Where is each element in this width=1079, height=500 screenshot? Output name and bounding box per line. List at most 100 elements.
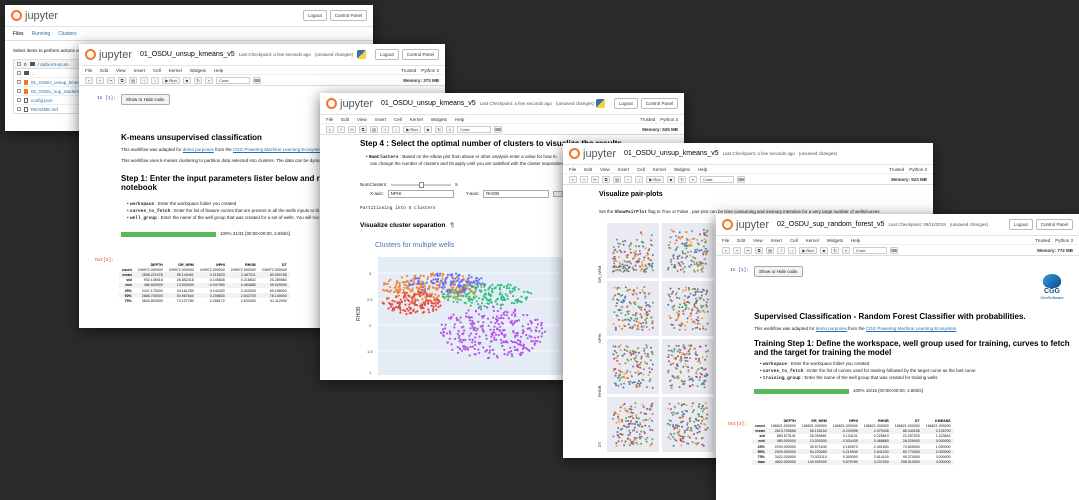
file-checkbox[interactable] [17, 80, 21, 84]
stop-icon[interactable]: ■ [424, 125, 432, 133]
demo-purposes-link[interactable]: demo purposes [183, 147, 214, 152]
add-cell-icon[interactable]: + [337, 125, 345, 133]
save-icon[interactable]: ▪ [326, 125, 334, 133]
paste-icon[interactable]: ▤ [766, 246, 774, 254]
copy-icon[interactable]: ⧉ [118, 76, 126, 84]
file-checkbox[interactable] [17, 89, 21, 93]
trusted-indicator[interactable]: Trusted [401, 68, 416, 73]
menu-file[interactable]: File [326, 117, 333, 122]
paste-icon[interactable]: ▤ [613, 175, 621, 183]
stop-icon[interactable]: ■ [820, 246, 828, 254]
add-cell-icon[interactable]: + [580, 175, 588, 183]
file-checkbox[interactable] [17, 71, 21, 75]
paste-icon[interactable]: ▤ [370, 125, 378, 133]
menu-file[interactable]: File [722, 238, 729, 243]
cell-type-select[interactable]: Code [457, 125, 491, 133]
menu-widgets[interactable]: Widgets [190, 68, 206, 73]
menu-cell[interactable]: Cell [394, 117, 402, 122]
add-cell-icon[interactable]: + [96, 76, 104, 84]
notebook-title[interactable]: 01_OSDU_unsup_kmeans_v5 [381, 100, 476, 107]
file-checkbox[interactable] [17, 107, 21, 111]
menu-insert[interactable]: Insert [771, 238, 782, 243]
cut-icon[interactable]: ✂ [744, 246, 752, 254]
logout-button[interactable]: Logout [613, 98, 638, 109]
move-down-icon[interactable]: ↓ [788, 246, 796, 254]
cgg-ecosystem-link[interactable]: CGG Powering Machine Learning Ecosystem [233, 147, 324, 152]
menu-edit[interactable]: Edit [584, 167, 592, 172]
jupyter-logo[interactable]: jupyter [85, 49, 132, 61]
menu-kernel[interactable]: Kernel [653, 167, 666, 172]
tab-files[interactable]: Files [13, 31, 24, 38]
jupyter-logo[interactable]: jupyter [11, 10, 58, 22]
cgg-ecosystem-link[interactable]: CGG Powering Machine Learning Ecosystem [866, 326, 957, 331]
menu-help[interactable]: Help [851, 238, 860, 243]
control-panel-button[interactable]: Control Panel [401, 49, 439, 60]
cell-type-select[interactable]: Code [216, 76, 250, 84]
menu-widgets[interactable]: Widgets [674, 167, 690, 172]
stop-icon[interactable]: ■ [183, 76, 191, 84]
menu-view[interactable]: View [600, 167, 610, 172]
move-up-icon[interactable]: ↑ [777, 246, 785, 254]
run-button[interactable]: ▶ Run [799, 246, 817, 254]
fast-forward-icon[interactable]: » [446, 125, 454, 133]
menu-file[interactable]: File [569, 167, 576, 172]
run-button[interactable]: ▶ Run [646, 175, 664, 183]
show-hide-code-button[interactable]: Show or Hide code. [121, 94, 171, 105]
menu-widgets[interactable]: Widgets [827, 238, 843, 243]
move-up-icon[interactable]: ↑ [381, 125, 389, 133]
fast-forward-icon[interactable]: » [842, 246, 850, 254]
fast-forward-icon[interactable]: » [205, 76, 213, 84]
move-down-icon[interactable]: ↓ [635, 175, 643, 183]
move-down-icon[interactable]: ↓ [392, 125, 400, 133]
menu-insert[interactable]: Insert [134, 68, 145, 73]
fast-forward-icon[interactable]: » [689, 175, 697, 183]
cell-type-select[interactable]: Code [700, 175, 734, 183]
xaxis-select[interactable]: NPHI [387, 190, 454, 198]
trusted-indicator[interactable]: Trusted [640, 117, 655, 122]
menu-cell[interactable]: Cell [790, 238, 798, 243]
copy-icon[interactable]: ⧉ [359, 125, 367, 133]
logout-button[interactable]: Logout [302, 10, 327, 21]
jupyter-logo[interactable]: jupyter [722, 219, 769, 231]
menu-cell[interactable]: Cell [637, 167, 645, 172]
menu-help[interactable]: Help [214, 68, 223, 73]
menu-insert[interactable]: Insert [375, 117, 386, 122]
apply-button[interactable] [553, 191, 564, 197]
tab-running[interactable]: Running [32, 31, 51, 38]
stop-icon[interactable]: ■ [667, 175, 675, 183]
move-up-icon[interactable]: ↑ [140, 76, 148, 84]
restart-icon[interactable]: ↻ [831, 246, 839, 254]
menu-view[interactable]: View [753, 238, 763, 243]
menu-help[interactable]: Help [455, 117, 464, 122]
menu-edit[interactable]: Edit [100, 68, 108, 73]
control-panel-button[interactable]: Control Panel [640, 98, 678, 109]
add-cell-icon[interactable]: + [733, 246, 741, 254]
cell-type-select[interactable]: Code [853, 246, 887, 254]
control-panel-button[interactable]: Control Panel [329, 10, 367, 21]
menu-edit[interactable]: Edit [737, 238, 745, 243]
trusted-indicator[interactable]: Trusted [1035, 238, 1050, 243]
demo-purposes-link[interactable]: demo purposes [816, 326, 847, 331]
menu-file[interactable]: File [85, 68, 92, 73]
copy-icon[interactable]: ⧉ [755, 246, 763, 254]
menu-widgets[interactable]: Widgets [431, 117, 447, 122]
menu-cell[interactable]: Cell [153, 68, 161, 73]
save-icon[interactable]: ▪ [722, 246, 730, 254]
select-all-checkbox[interactable] [17, 62, 21, 66]
notebook-title[interactable]: 01_OSDU_unsup_kmeans_v5 [140, 51, 235, 58]
yaxis-select[interactable]: RHOB [483, 190, 550, 198]
move-down-icon[interactable]: ↓ [151, 76, 159, 84]
numclusters-slider[interactable] [391, 182, 452, 188]
jupyter-logo[interactable]: jupyter [569, 148, 616, 160]
restart-icon[interactable]: ↻ [194, 76, 202, 84]
keyboard-icon[interactable]: ⌨ [737, 175, 745, 183]
restart-icon[interactable]: ↻ [435, 125, 443, 133]
menu-insert[interactable]: Insert [618, 167, 629, 172]
breadcrumb[interactable]: / radix-int-acum [38, 62, 69, 67]
menu-kernel[interactable]: Kernel [410, 117, 423, 122]
save-icon[interactable]: ▪ [569, 175, 577, 183]
menu-kernel[interactable]: Kernel [806, 238, 819, 243]
keyboard-icon[interactable]: ⌨ [494, 125, 502, 133]
logout-button[interactable]: Logout [1008, 219, 1033, 230]
cut-icon[interactable]: ✂ [348, 125, 356, 133]
